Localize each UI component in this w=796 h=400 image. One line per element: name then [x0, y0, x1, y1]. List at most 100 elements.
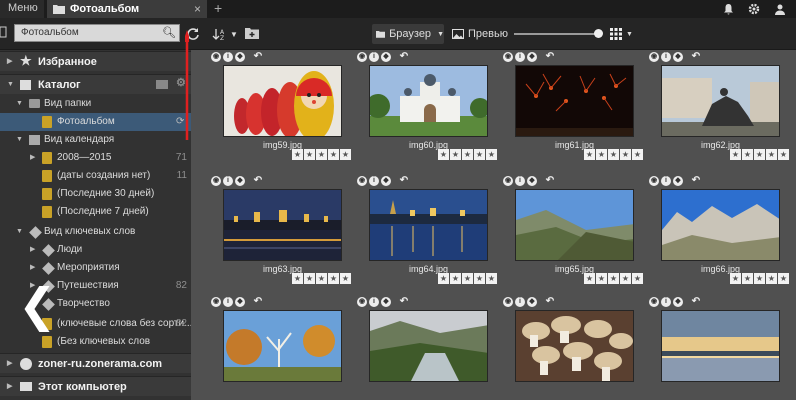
sidebar-item-keyword-view[interactable]: ▼ Вид ключевых слов — [0, 223, 191, 241]
info-icon[interactable]: i — [515, 176, 525, 186]
info-icon[interactable]: i — [515, 297, 525, 307]
close-tab-button[interactable]: × — [194, 1, 201, 17]
search-icon[interactable]: 🔍︎ — [162, 25, 176, 41]
expand-icon[interactable]: ▶ — [30, 241, 35, 259]
rotate-icon[interactable]: ↶ — [253, 297, 263, 307]
expand-icon[interactable]: ▶ — [7, 53, 12, 71]
rotate-icon[interactable]: ↶ — [253, 52, 263, 62]
new-tab-button[interactable]: + — [214, 0, 222, 16]
photo-city-night[interactable] — [223, 189, 342, 261]
tag-icon[interactable]: ◆ — [527, 297, 537, 307]
profile-icon[interactable] — [774, 3, 786, 15]
add-folder-icon[interactable] — [156, 80, 168, 89]
tag-icon[interactable]: ◆ — [673, 176, 683, 186]
photo-mountains[interactable] — [661, 189, 780, 261]
sidebar-item-keyword[interactable]: ▶ Мероприятия — [0, 259, 191, 277]
tag-icon[interactable]: ◆ — [527, 52, 537, 62]
rating-stars[interactable]: ★ ★ ★ ★ ★ — [438, 149, 497, 160]
preview-mode-button[interactable]: Превью — [452, 24, 508, 44]
info-icon[interactable]: i — [661, 52, 671, 62]
sidebar-item-photoalbum[interactable]: Фотоальбом ⟳ — [0, 113, 191, 131]
photo-autumn-trees[interactable] — [223, 310, 342, 382]
expand-icon[interactable]: ▶ — [30, 149, 35, 167]
thumbnail-item[interactable]: ◉ i ◆ ↶ img60.jpg ★ ★ ★ ★ ★ — [357, 52, 497, 174]
thumbnail-item[interactable]: ◉ i ◆ ↶ img65.jpg ★ ★ ★ ★ ★ — [503, 176, 643, 298]
rotate-icon[interactable]: ↶ — [253, 176, 263, 186]
info-icon[interactable]: i — [369, 297, 379, 307]
rotate-icon[interactable]: ↶ — [691, 297, 701, 307]
tab-photoalbum[interactable]: Фотоальбом × — [47, 0, 207, 18]
previous-chevron-icon[interactable]: ❮ — [18, 282, 57, 328]
rotate-icon[interactable]: ↶ — [399, 52, 409, 62]
tag-icon[interactable]: ◆ — [235, 52, 245, 62]
photo-river-night[interactable] — [369, 189, 488, 261]
tag-icon[interactable]: ◆ — [381, 52, 391, 62]
tag-icon[interactable]: ◆ — [235, 297, 245, 307]
rotate-icon[interactable]: ↶ — [691, 176, 701, 186]
photo-mountain-valley[interactable] — [515, 189, 634, 261]
rating-stars[interactable]: ★ ★ ★ ★ ★ — [438, 273, 497, 284]
sort-button[interactable]: AZ ▼ — [212, 24, 238, 44]
thumbnail-item[interactable]: ◉ i ◆ ↶ img62.jpg ★ ★ ★ ★ ★ — [649, 52, 789, 174]
expand-icon[interactable]: ▶ — [30, 259, 35, 277]
rotate-icon[interactable]: ↶ — [545, 176, 555, 186]
rotate-icon[interactable]: ↶ — [545, 52, 555, 62]
rotate-icon[interactable]: ↶ — [691, 52, 701, 62]
search-input[interactable]: Фотоальбом 🔍︎ — [14, 24, 180, 42]
info-icon[interactable]: i — [661, 297, 671, 307]
photo-mushrooms[interactable] — [515, 310, 634, 382]
thumbnail-item[interactable]: ◉ i ◆ ↶ — [649, 297, 789, 400]
photo-church[interactable] — [369, 65, 488, 137]
tag-icon[interactable]: ◆ — [673, 297, 683, 307]
info-icon[interactable]: i — [661, 176, 671, 186]
sidebar-item-this-computer[interactable]: ▶ Этот компьютер — [0, 376, 191, 396]
photo-fireworks[interactable] — [515, 65, 634, 137]
rating-stars[interactable]: ★ ★ ★ ★ ★ — [292, 149, 351, 160]
info-icon[interactable]: i — [515, 52, 525, 62]
rotate-icon[interactable]: ↶ — [545, 297, 555, 307]
rotate-icon[interactable]: ↶ — [399, 297, 409, 307]
gear-icon[interactable] — [748, 3, 760, 15]
sidebar-item-calendar-view[interactable]: ▼ Вид календаря — [0, 131, 191, 149]
sidebar-item-keyword[interactable]: (Без ключевых слов — [0, 333, 191, 351]
thumbnail-size-slider[interactable] — [514, 29, 603, 38]
info-icon[interactable]: i — [223, 176, 233, 186]
tag-icon[interactable]: ◆ — [235, 176, 245, 186]
rating-stars[interactable]: ★ ★ ★ ★ ★ — [730, 273, 789, 284]
sidebar-item-zonerama[interactable]: ▶ zoner-ru.zonerama.com — [0, 353, 191, 373]
info-icon[interactable]: i — [369, 176, 379, 186]
expand-icon[interactable]: ▶ — [7, 378, 12, 396]
tag-icon[interactable]: ◆ — [673, 52, 683, 62]
bell-icon[interactable] — [723, 3, 734, 15]
rating-stars[interactable]: ★ ★ ★ ★ ★ — [584, 273, 643, 284]
info-icon[interactable]: i — [223, 52, 233, 62]
thumbnail-item[interactable]: ◉ i ◆ ↶ img66.jpg ★ ★ ★ ★ ★ — [649, 176, 789, 298]
expand-icon[interactable]: ▶ — [7, 355, 12, 373]
info-icon[interactable]: i — [369, 52, 379, 62]
photo-sunset-lake[interactable] — [661, 310, 780, 382]
sidebar-item-favorites[interactable]: ▶ ★ Избранное — [0, 51, 191, 71]
thumbnail-item[interactable]: ◉ i ◆ ↶ img63.jpg ★ ★ ★ ★ ★ — [211, 176, 351, 298]
sidebar-item-keyword[interactable]: ▶ Люди — [0, 241, 191, 259]
photo-river-valley[interactable] — [369, 310, 488, 382]
thumbnail-item[interactable]: ◉ i ◆ ↶ img64.jpg ★ ★ ★ ★ ★ — [357, 176, 497, 298]
tag-icon[interactable]: ◆ — [381, 297, 391, 307]
collapse-icon[interactable]: ▼ — [16, 223, 23, 241]
rating-stars[interactable]: ★ ★ ★ ★ ★ — [584, 149, 643, 160]
sidebar-item-calendar[interactable]: (Последние 30 дней) — [0, 185, 191, 203]
collapse-icon[interactable]: ▼ — [16, 131, 23, 149]
slider-handle[interactable] — [594, 29, 603, 38]
view-layout-button[interactable]: ▼ — [610, 24, 633, 44]
browser-mode-button[interactable]: Браузер ▼ — [372, 24, 444, 44]
rotate-icon[interactable]: ↶ — [399, 176, 409, 186]
info-icon[interactable]: i — [223, 297, 233, 307]
thumbnail-item[interactable]: ◉ i ◆ ↶ — [503, 297, 643, 400]
sidebar-item-calendar[interactable]: (даты создания нет) 11 — [0, 167, 191, 185]
thumbnail-item[interactable]: ◉ i ◆ ↶ img61.jpg ★ ★ ★ ★ ★ — [503, 52, 643, 174]
collapse-icon[interactable]: ▼ — [16, 95, 23, 113]
new-folder-icon[interactable] — [245, 27, 259, 39]
sidebar-item-catalog[interactable]: ▼ Каталог ⚙ — [0, 74, 191, 94]
menu-button[interactable]: Меню — [0, 0, 44, 18]
tag-icon[interactable]: ◆ — [527, 176, 537, 186]
thumbnail-item[interactable]: ◉ i ◆ ↶ img59.jpg ★ ★ ★ ★ ★ — [211, 52, 351, 174]
